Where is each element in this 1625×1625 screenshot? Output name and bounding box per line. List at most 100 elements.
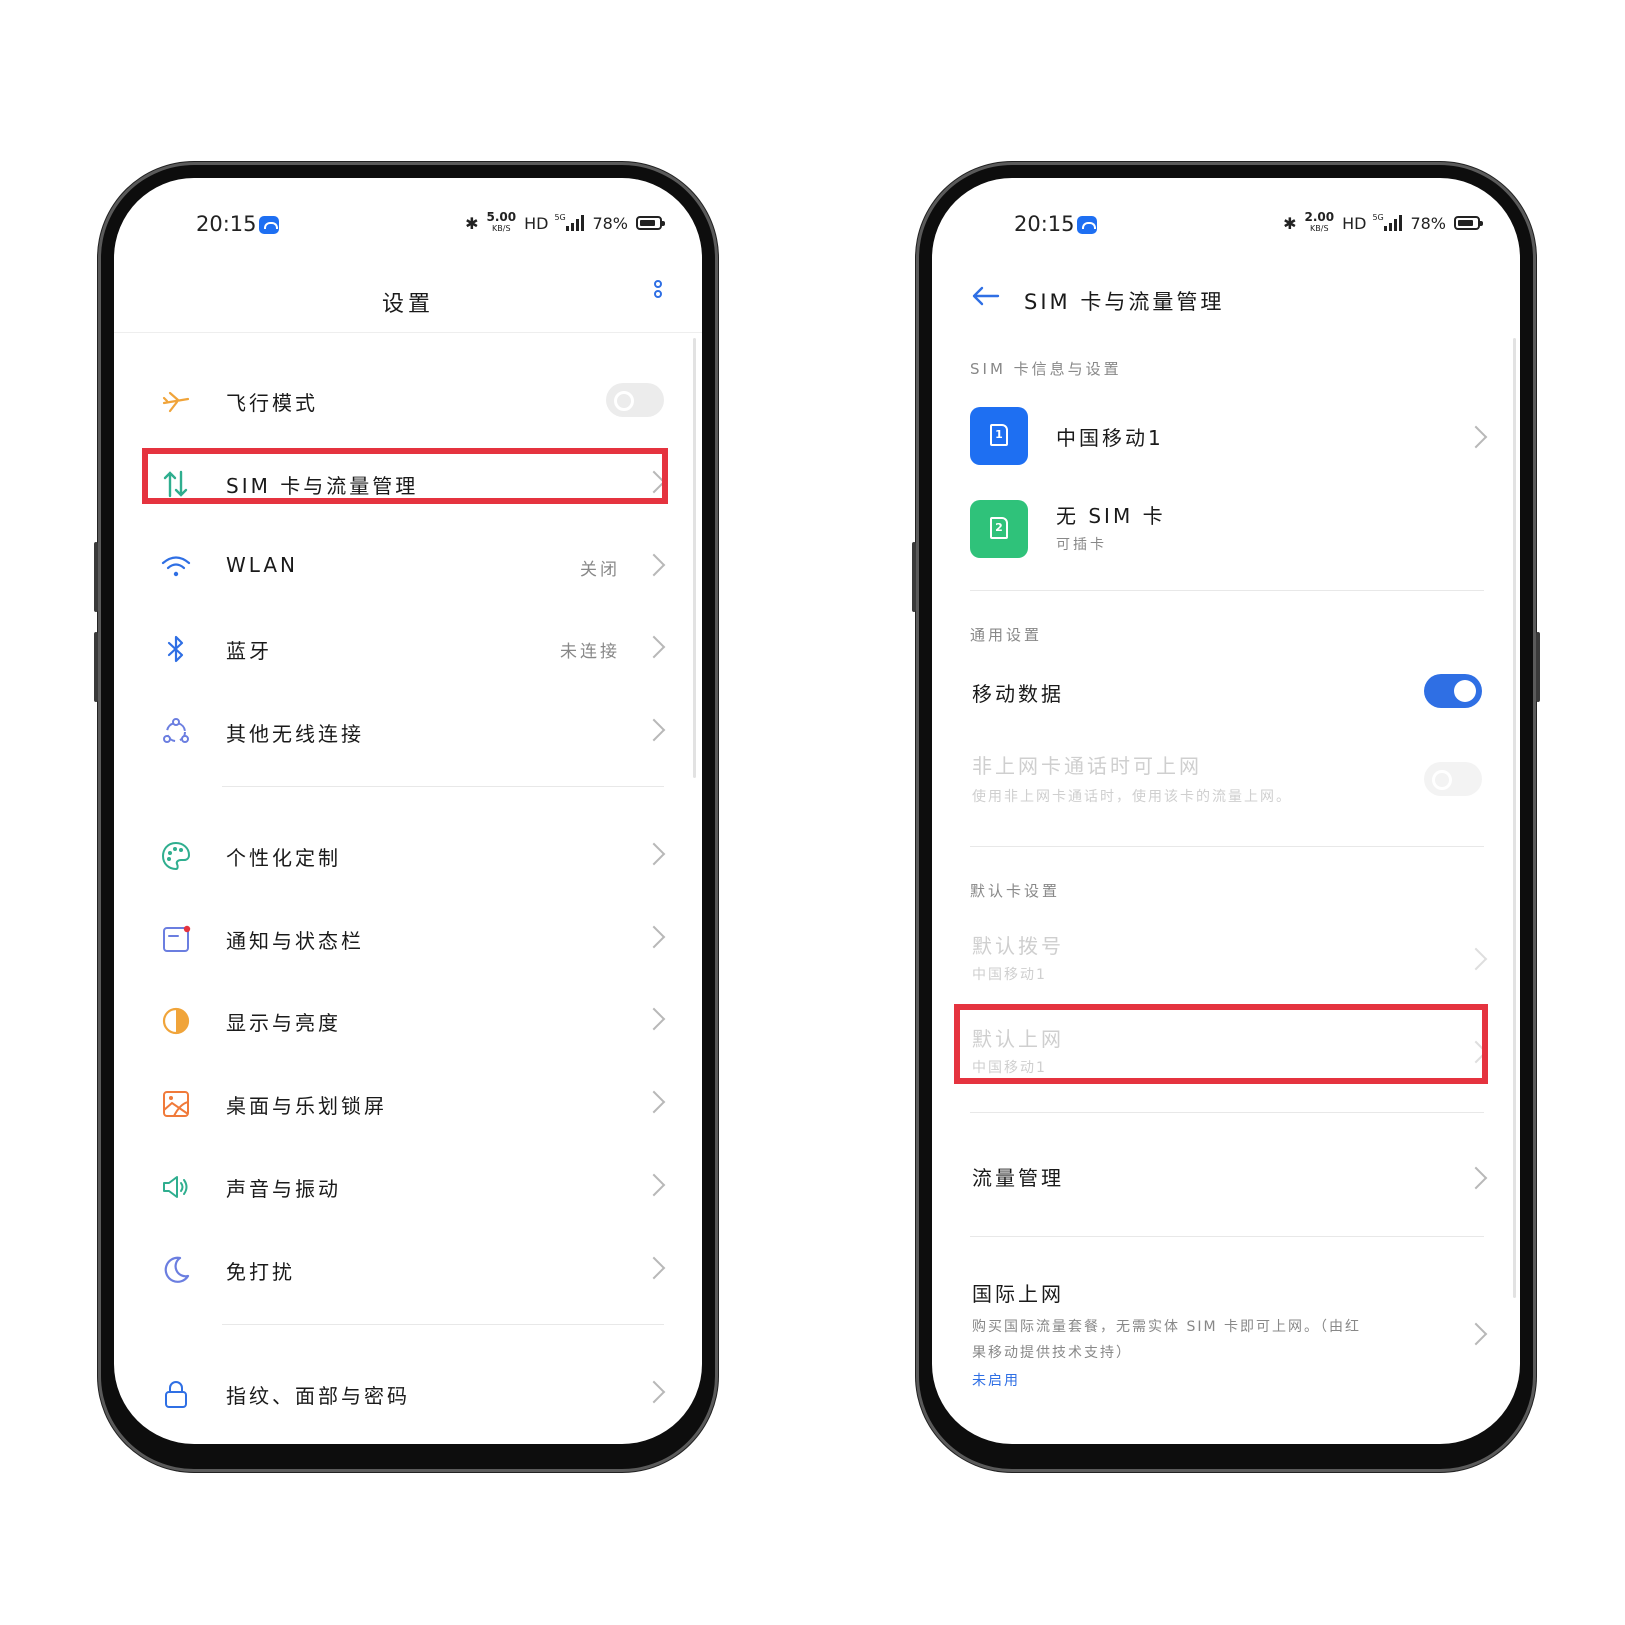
intl-desc-line1: 购买国际流量套餐，无需实体 SIM 卡即可上网。（由红 bbox=[972, 1319, 1361, 1335]
call-data-label: 非上网卡通话时可上网 bbox=[972, 754, 1202, 778]
intl-status: 未启用 bbox=[972, 1373, 1020, 1389]
setting-label: 飞行模式 bbox=[226, 391, 318, 415]
call-data-toggle bbox=[1424, 762, 1482, 796]
battery-percent: 78% bbox=[592, 213, 628, 233]
wifi-icon bbox=[161, 556, 191, 577]
sim1-label: 中国移动1 bbox=[1056, 426, 1164, 450]
chevron-right-icon bbox=[1464, 1166, 1488, 1190]
signal-icon: 5G bbox=[554, 213, 585, 231]
setting-sound[interactable]: 声音与振动 bbox=[114, 1157, 702, 1217]
status-bar: 20:15 ✱ 5.00 KB/S HD 5G 78% bbox=[114, 206, 702, 242]
power-button bbox=[1536, 632, 1540, 702]
signal-icon: 5G bbox=[1372, 213, 1403, 231]
chevron-right-icon bbox=[642, 1007, 666, 1031]
setting-personalize[interactable]: 个性化定制 bbox=[114, 826, 702, 886]
setting-label: 其他无线连接 bbox=[226, 722, 364, 746]
back-arrow-icon[interactable] bbox=[968, 278, 1004, 314]
default-call-label: 默认拨号 bbox=[972, 934, 1064, 958]
setting-wallpaper[interactable]: 桌面与乐划锁屏 bbox=[114, 1074, 702, 1134]
chevron-right-icon bbox=[1464, 425, 1488, 449]
setting-dnd[interactable]: 免打扰 bbox=[114, 1240, 702, 1300]
speaker-icon bbox=[163, 1176, 188, 1198]
setting-label: 指纹、面部与密码 bbox=[226, 1384, 410, 1408]
call-data-sub: 使用非上网卡通话时，使用该卡的流量上网。 bbox=[972, 789, 1292, 805]
volume-button-2 bbox=[94, 632, 98, 702]
sim2-icon: 2 bbox=[970, 500, 1028, 558]
wallpaper-icon bbox=[163, 1091, 189, 1117]
default-call-sub: 中国移动1 bbox=[972, 967, 1047, 983]
setting-label: 免打扰 bbox=[226, 1260, 295, 1284]
highlight-box-default-data bbox=[954, 1004, 1488, 1084]
section-divider bbox=[970, 846, 1484, 847]
section-divider bbox=[970, 1112, 1484, 1113]
chevron-right-icon bbox=[1464, 947, 1488, 971]
mobile-data-label: 移动数据 bbox=[972, 682, 1064, 706]
settings-screen: 20:15 ✱ 5.00 KB/S HD 5G 78% 设置 飞行模式 SIM … bbox=[114, 178, 702, 1444]
intl-desc-line2: 果移动提供技术支持） bbox=[972, 1345, 1132, 1361]
setting-wlan[interactable]: WLAN 关闭 bbox=[114, 537, 702, 597]
brightness-icon bbox=[162, 1007, 190, 1035]
battery-icon bbox=[636, 216, 665, 230]
battery-icon bbox=[1454, 216, 1483, 230]
mobile-data-toggle[interactable] bbox=[1424, 674, 1482, 708]
volume-button bbox=[94, 542, 98, 612]
scrollbar[interactable] bbox=[693, 338, 696, 778]
moon-icon bbox=[164, 1256, 190, 1283]
notification-icon bbox=[163, 925, 191, 952]
section-divider bbox=[970, 1236, 1484, 1237]
setting-display[interactable]: 显示与亮度 bbox=[114, 991, 702, 1051]
chevron-right-icon bbox=[642, 1256, 666, 1280]
chevron-right-icon bbox=[642, 842, 666, 866]
scrollbar[interactable] bbox=[1513, 338, 1516, 1298]
setting-fingerprint[interactable]: 指纹、面部与密码 bbox=[114, 1364, 702, 1424]
section-divider bbox=[222, 1324, 664, 1325]
header-divider bbox=[114, 332, 702, 333]
hd-indicator: HD bbox=[524, 213, 549, 233]
status-bar: 20:15 ✱ 2.00 KB/S HD 5G 78% bbox=[932, 206, 1520, 242]
lock-icon bbox=[165, 1381, 187, 1408]
section-header-sim-info: SIM 卡信息与设置 bbox=[970, 360, 1122, 378]
chevron-right-icon bbox=[642, 1380, 666, 1404]
setting-notification[interactable]: 通知与状态栏 bbox=[114, 909, 702, 969]
highlight-box-sim bbox=[142, 448, 668, 504]
sim-data-screen: 20:15 ✱ 2.00 KB/S HD 5G 78% SIM 卡与流量管理 S… bbox=[932, 178, 1520, 1444]
hd-indicator: HD bbox=[1342, 213, 1367, 233]
setting-airplane-mode[interactable]: 飞行模式 bbox=[114, 371, 702, 431]
page-title: SIM 卡与流量管理 bbox=[1024, 290, 1225, 314]
bluetooth-status-icon: ✱ bbox=[1283, 213, 1297, 233]
battery-percent: 78% bbox=[1410, 213, 1446, 233]
network-speed: 5.00 KB/S bbox=[486, 210, 517, 233]
chevron-right-icon bbox=[642, 718, 666, 742]
bluetooth-icon bbox=[167, 635, 184, 663]
network-speed: 2.00 KB/S bbox=[1304, 210, 1335, 233]
status-time: 20:15 bbox=[196, 212, 257, 236]
bluetooth-status-icon: ✱ bbox=[465, 213, 479, 233]
setting-label: 蓝牙 bbox=[226, 639, 272, 663]
airplane-mode-toggle[interactable] bbox=[606, 383, 664, 417]
airplane-icon bbox=[162, 391, 190, 413]
section-divider bbox=[970, 590, 1484, 591]
notification-app-icon bbox=[259, 216, 279, 234]
chevron-right-icon bbox=[642, 925, 666, 949]
setting-label: WLAN bbox=[226, 553, 299, 577]
page-title: 设置 bbox=[381, 292, 434, 317]
setting-bluetooth[interactable]: 蓝牙 未连接 bbox=[114, 619, 702, 679]
sim1-icon: 1 bbox=[970, 407, 1028, 465]
more-options-icon[interactable] bbox=[654, 280, 666, 310]
chevron-right-icon bbox=[642, 1173, 666, 1197]
setting-label: 声音与振动 bbox=[226, 1177, 341, 1201]
setting-label: 桌面与乐划锁屏 bbox=[226, 1094, 387, 1118]
chevron-right-icon bbox=[1464, 1322, 1488, 1346]
palette-icon bbox=[161, 841, 191, 871]
section-divider bbox=[222, 786, 664, 787]
chevron-right-icon bbox=[642, 1090, 666, 1114]
section-header-general: 通用设置 bbox=[970, 626, 1043, 644]
setting-value: 未连接 bbox=[560, 642, 620, 662]
status-time: 20:15 bbox=[1014, 212, 1075, 236]
setting-other-wireless[interactable]: 其他无线连接 bbox=[114, 702, 702, 762]
traffic-label: 流量管理 bbox=[972, 1166, 1064, 1190]
sim2-sub: 可插卡 bbox=[1056, 537, 1107, 553]
volume-button bbox=[912, 542, 916, 612]
section-header-default: 默认卡设置 bbox=[970, 882, 1061, 900]
phone-left: 20:15 ✱ 5.00 KB/S HD 5G 78% 设置 飞行模式 SIM … bbox=[94, 162, 718, 1472]
